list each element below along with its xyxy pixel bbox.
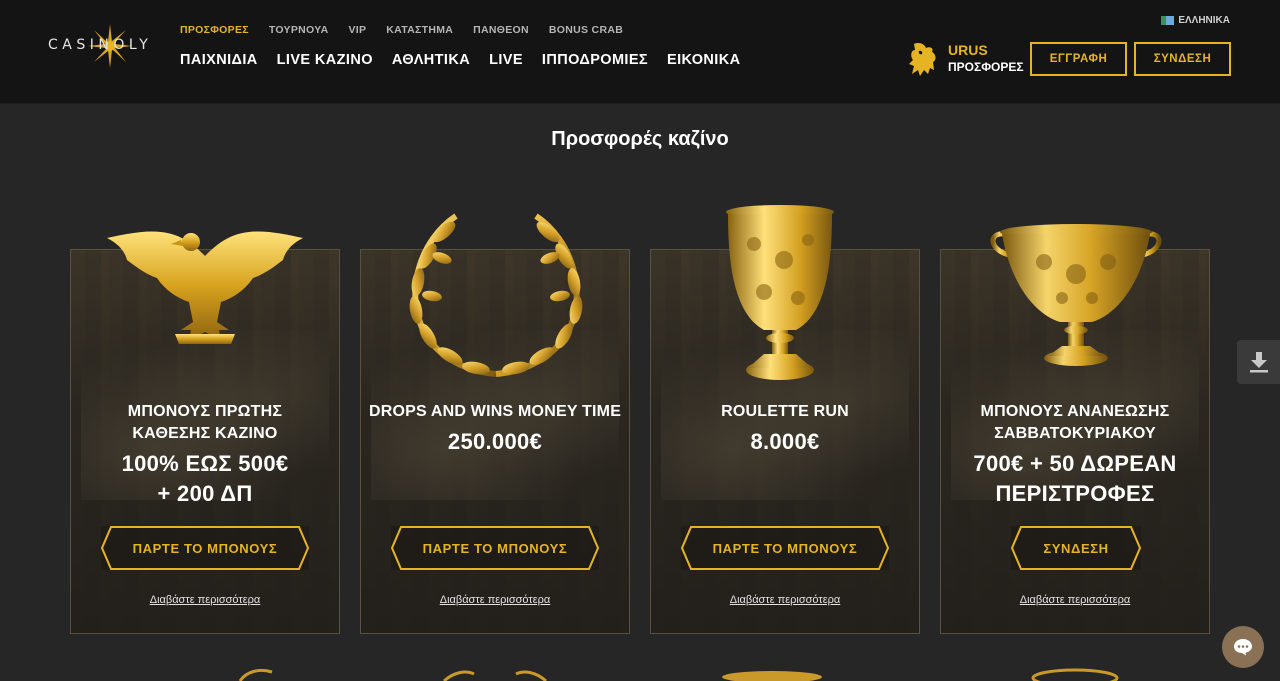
login-bonus-label: ΣΥΝΔΕΣΗ (1043, 540, 1109, 556)
claim-bonus-label: ΠΑΡΤΕ ΤΟ ΜΠΟΝΟΥΣ (422, 540, 568, 556)
card-title-line1: ΜΠΟΝΟΥΣ ΠΡΩΤΗΣ (127, 403, 283, 420)
card-title-line1: ROULETTE RUN (721, 403, 849, 420)
claim-bonus-button[interactable]: ΠΑΡΤΕ ΤΟ ΜΠΟΝΟΥΣ (101, 526, 309, 570)
claim-bonus-label: ΠΑΡΤΕ ΤΟ ΜΠΟΝΟΥΣ (712, 540, 858, 556)
nav-games[interactable]: ΠΑΙΧΝΙΔΙΑ (180, 52, 258, 68)
card-value-line1: 250.000€ (447, 429, 543, 454)
page-title: Προσφορές καζίνο (551, 128, 729, 150)
card-value-line1: 8.000€ (750, 429, 820, 454)
casinoly-logo[interactable]: CASINOLY (48, 22, 166, 70)
next-card-art-peek (238, 668, 273, 681)
bull-icon (909, 43, 936, 76)
subnav-vip[interactable]: VIP (348, 24, 366, 36)
subnav-pantheon[interactable]: ΠΑΝΘΕΟΝ (473, 24, 529, 36)
claim-bonus-button[interactable]: ΠΑΡΤΕ ΤΟ ΜΠΟΝΟΥΣ (391, 526, 599, 570)
nav-live-casino[interactable]: LIVE ΚΑΖΙΝΟ (277, 52, 373, 68)
nav-live[interactable]: LIVE (489, 52, 523, 68)
download-app-button[interactable] (1237, 340, 1280, 384)
next-card-art-peek (722, 671, 822, 681)
login-button[interactable]: ΣΥΝΔΕΣΗ (1134, 42, 1231, 76)
nav-sports[interactable]: ΑΘΛΗΤΙΚΑ (392, 52, 470, 68)
urus-promo-link[interactable]: URUS ΠΡΟΣΦΟΡΕΣ (906, 40, 1026, 78)
main-nav: ΠΑΙΧΝΙΔΙΑ LIVE ΚΑΖΙΝΟ ΑΘΛΗΤΙΚΑ LIVE ΙΠΠΟ… (180, 52, 740, 68)
logo-text: CASINOLY (48, 37, 153, 53)
nav-horse-racing[interactable]: ΙΠΠΟΔΡΟΜΙΕΣ (542, 52, 648, 68)
language-label: ΕΛΛΗΝΙΚΑ (1178, 15, 1230, 26)
card-title-line1: DROPS AND WINS MONEY TIME (368, 403, 622, 420)
urus-label: URUS (948, 42, 988, 58)
live-chat-button[interactable] (1222, 626, 1264, 668)
download-icon (1249, 352, 1268, 373)
goblet-icon (726, 205, 834, 380)
language-selector[interactable]: ΕΛΛΗΝΙΚΑ (1161, 15, 1230, 26)
greek-flag-icon (1161, 16, 1175, 25)
nav-virtual[interactable]: ΕΙΚΟΝΙΚΑ (667, 52, 740, 68)
site-header: CASINOLY ΠΡΟΣΦΟΡΕΣ ΤΟΥΡΝΟΥΑ VIP ΚΑΤΑΣΤΗΜ… (0, 0, 1280, 104)
subnav-tournaments[interactable]: ΤΟΥΡΝΟΥΑ (269, 24, 329, 36)
card-title-line1: ΜΠΟΝΟΥΣ ΑΝΑΝΕΩΣΗΣ (980, 403, 1170, 420)
read-more-link[interactable]: Διαβάστε περισσότερα (361, 594, 629, 606)
claim-bonus-label: ΠΑΡΤΕ ΤΟ ΜΠΟΝΟΥΣ (132, 540, 278, 556)
urus-offers-label: ΠΡΟΣΦΟΡΕΣ (948, 60, 1024, 74)
eagle-icon (107, 231, 303, 344)
next-card-art-peek (442, 670, 548, 681)
secondary-nav: ΠΡΟΣΦΟΡΕΣ ΤΟΥΡΝΟΥΑ VIP ΚΑΤΑΣΤΗΜΑ ΠΑΝΘΕΟΝ… (180, 24, 623, 36)
chalice-icon (990, 224, 1162, 366)
read-more-link[interactable]: Διαβάστε περισσότερα (941, 594, 1209, 606)
subnav-bonus-crab[interactable]: BONUS CRAB (549, 24, 623, 36)
read-more-link[interactable]: Διαβάστε περισσότερα (651, 594, 919, 606)
next-card-art-peek (1031, 668, 1119, 681)
read-more-link[interactable]: Διαβάστε περισσότερα (71, 594, 339, 606)
subnav-shop[interactable]: ΚΑΤΑΣΤΗΜΑ (386, 24, 453, 36)
card-title-line2: ΣΑΒΒΑΤΟΚΥΡΙΑΚΟΥ (994, 425, 1156, 442)
card-value-line1: 100% ΕΩΣ 500€ (121, 451, 289, 476)
card-value-line2: ΠΕΡΙΣΤΡΟΦΕΣ (995, 481, 1155, 506)
card-value-line2: + 200 ΔΠ (157, 481, 253, 506)
subnav-promotions[interactable]: ΠΡΟΣΦΟΡΕΣ (180, 24, 249, 36)
register-button[interactable]: ΕΓΓΡΑΦΗ (1030, 42, 1127, 76)
card-value-line1: 700€ + 50 ΔΩΡΕΑΝ (973, 451, 1177, 476)
card-title-line2: ΚΑΘΕΣΗΣ ΚΑΖΙΝΟ (132, 425, 278, 442)
chat-icon (1234, 639, 1252, 656)
claim-bonus-button[interactable]: ΠΑΡΤΕ ΤΟ ΜΠΟΝΟΥΣ (681, 526, 889, 570)
login-bonus-button[interactable]: ΣΥΝΔΕΣΗ (1011, 526, 1141, 570)
laurel-wreath-icon (409, 213, 583, 377)
